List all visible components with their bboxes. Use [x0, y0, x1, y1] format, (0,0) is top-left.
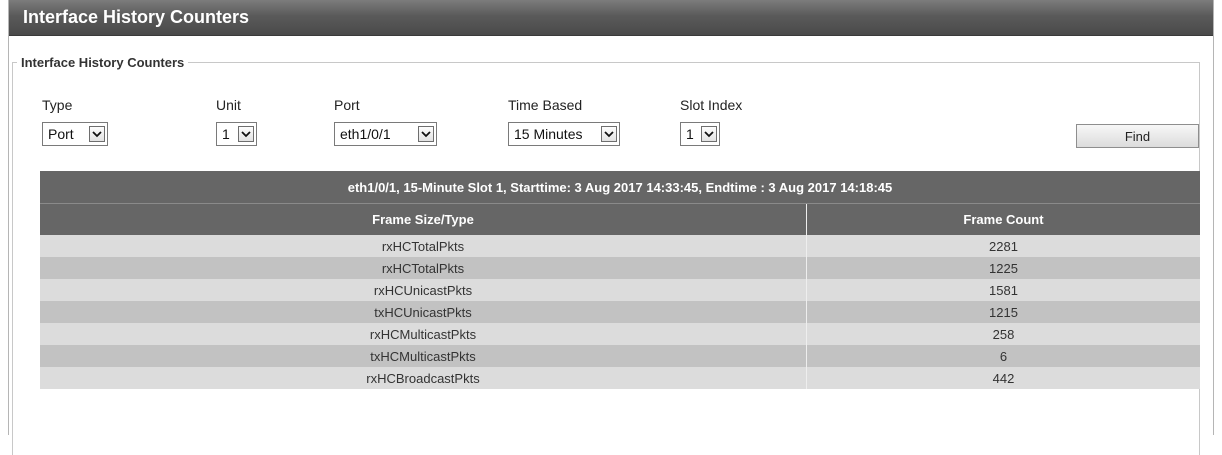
table-row: rxHCBroadcastPkts 442 — [40, 367, 1200, 389]
slot-index-select[interactable]: 1 — [680, 122, 720, 146]
type-label: Type — [42, 97, 73, 113]
frame-type-cell: txHCUnicastPkts — [40, 301, 807, 323]
page-title: Interface History Counters — [23, 7, 250, 27]
frame-count-cell: 1581 — [989, 282, 1018, 298]
chevron-down-icon[interactable] — [601, 126, 617, 142]
table-row: rxHCTotalPkts 2281 — [40, 235, 1200, 257]
counters-table: eth1/0/1, 15-Minute Slot 1, Starttime: 3… — [40, 171, 1200, 389]
slot-index-select-value: 1 — [686, 126, 694, 142]
frame-type-cell: rxHCTotalPkts — [40, 235, 807, 257]
table-header: Frame Size/Type Frame Count — [40, 203, 1200, 235]
frame-count-cell: 6 — [999, 348, 1008, 364]
port-select[interactable]: eth1/0/1 — [334, 122, 437, 146]
find-button[interactable]: Find — [1076, 124, 1199, 148]
frame-type-cell: rxHCUnicastPkts — [40, 279, 807, 301]
title-bar: Interface History Counters — [9, 0, 1213, 36]
fieldset-legend: Interface History Counters — [21, 55, 185, 70]
table-row: rxHCTotalPkts 1225 — [40, 257, 1200, 279]
chevron-down-icon[interactable] — [418, 126, 434, 142]
frame-type-cell: rxHCMulticastPkts — [40, 323, 807, 345]
unit-label: Unit — [216, 97, 241, 113]
frame-type-cell: txHCMulticastPkts — [40, 345, 807, 367]
frame-count-cell: 2281 — [989, 238, 1018, 254]
frame-count-cell: 1215 — [989, 304, 1018, 320]
port-label: Port — [334, 97, 360, 113]
column-header-frame-count: Frame Count — [963, 212, 1044, 227]
chevron-down-icon[interactable] — [238, 126, 254, 142]
chevron-down-icon[interactable] — [89, 126, 105, 142]
table-row: txHCUnicastPkts 1215 — [40, 301, 1200, 323]
frame-count-cell: 1225 — [989, 260, 1018, 276]
table-row: rxHCMulticastPkts 258 — [40, 323, 1200, 345]
type-select[interactable]: Port — [42, 122, 108, 146]
column-header-frame-type: Frame Size/Type — [40, 204, 807, 235]
unit-select[interactable]: 1 — [216, 122, 257, 146]
frame-type-cell: rxHCTotalPkts — [40, 257, 807, 279]
chevron-down-icon[interactable] — [701, 126, 717, 142]
frame-type-cell: rxHCBroadcastPkts — [40, 367, 807, 389]
table-row: txHCMulticastPkts 6 — [40, 345, 1200, 367]
table-caption: eth1/0/1, 15-Minute Slot 1, Starttime: 3… — [40, 171, 1200, 203]
unit-select-value: 1 — [222, 126, 230, 142]
slot-index-label: Slot Index — [680, 97, 743, 113]
time-based-select[interactable]: 15 Minutes — [508, 122, 620, 146]
table-row: rxHCUnicastPkts 1581 — [40, 279, 1200, 301]
time-based-select-value: 15 Minutes — [514, 126, 583, 142]
type-select-value: Port — [48, 126, 74, 142]
time-based-label: Time Based — [508, 97, 583, 113]
frame-count-cell: 442 — [992, 370, 1015, 386]
frame-count-cell: 258 — [992, 326, 1015, 342]
port-select-value: eth1/0/1 — [340, 126, 391, 142]
